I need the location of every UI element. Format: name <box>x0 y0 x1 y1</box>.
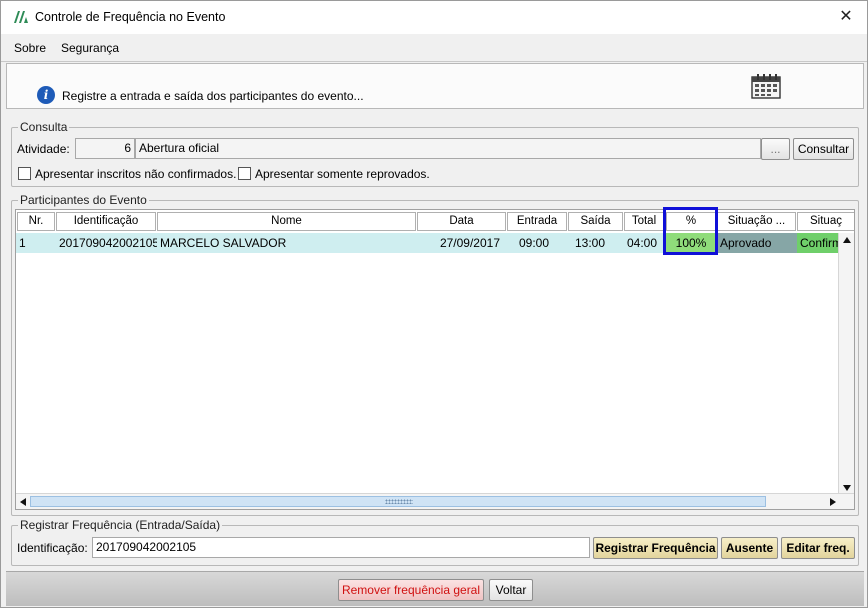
close-icon[interactable]: ✕ <box>833 6 859 28</box>
col-header-total[interactable]: Total <box>624 212 664 231</box>
header-message: Registre a entrada e saída dos participa… <box>62 89 364 103</box>
horizontal-scrollbar[interactable] <box>16 493 854 509</box>
window-title: Controle de Frequência no Evento <box>35 10 226 24</box>
ident-label: Identificação: <box>17 541 88 555</box>
col-header-identificacao[interactable]: Identificação <box>56 212 156 231</box>
voltar-button[interactable]: Voltar <box>489 579 533 601</box>
cell-identificacao: 201709042002105 <box>59 236 157 250</box>
info-icon: i <box>37 86 55 104</box>
cell-situacao: Aprovado <box>717 233 797 253</box>
cell-saida: 13:00 <box>574 236 605 250</box>
chk-reprovados[interactable] <box>238 167 251 180</box>
chk-nao-confirmados-label: Apresentar inscritos não confirmados. <box>35 167 237 181</box>
consulta-legend: Consulta <box>18 120 70 134</box>
remover-frequencia-geral-button[interactable]: Remover frequência geral <box>338 579 484 601</box>
app-logo-icon <box>14 11 28 23</box>
cell-nome: MARCELO SALVADOR <box>160 236 287 250</box>
cell-nr: 1 <box>19 236 26 250</box>
cell-total: 04:00 <box>627 236 657 250</box>
footer-bar: Remover frequência geral Voltar <box>6 571 864 606</box>
scroll-up-arrow-icon[interactable] <box>842 236 852 244</box>
atividade-code-field[interactable]: 6 <box>75 138 135 159</box>
cell-situacao2: Confirm <box>797 233 840 253</box>
menu-item-sobre[interactable]: Sobre <box>14 41 46 55</box>
identificacao-input[interactable]: 201709042002105 <box>92 537 590 558</box>
atividade-label: Atividade: <box>17 142 70 156</box>
col-header-entrada[interactable]: Entrada <box>507 212 567 231</box>
pct-column-highlight <box>663 207 718 255</box>
vertical-scrollbar[interactable] <box>838 233 854 495</box>
cell-data: 27/09/2017 <box>439 236 500 250</box>
info-header: i Registre a entrada e saída dos partici… <box>6 63 864 109</box>
registrar-frequencia-button[interactable]: Registrar Frequência <box>593 537 718 559</box>
col-header-situacao[interactable]: Situação ... <box>717 212 796 231</box>
col-header-saida[interactable]: Saída <box>568 212 623 231</box>
registrar-legend: Registrar Frequência (Entrada/Saída) <box>18 518 223 532</box>
scroll-down-arrow-icon[interactable] <box>842 484 852 492</box>
browse-atividade-button[interactable]: ... <box>761 138 790 160</box>
horizontal-scroll-thumb[interactable] <box>30 496 766 507</box>
menu-item-seguranca[interactable]: Segurança <box>61 41 119 55</box>
col-header-nome[interactable]: Nome <box>157 212 416 231</box>
col-header-data[interactable]: Data <box>417 212 506 231</box>
col-header-nr[interactable]: Nr. <box>17 212 55 231</box>
cell-entrada: 09:00 <box>518 236 549 250</box>
participantes-legend: Participantes do Evento <box>18 193 149 207</box>
participants-grid[interactable]: Nr. Identificação Nome Data Entrada Saíd… <box>15 209 855 510</box>
scroll-right-arrow-icon[interactable] <box>829 497 837 507</box>
title-bar: Controle de Frequência no Evento ✕ <box>1 1 867 34</box>
atividade-name-field[interactable]: Abertura oficial <box>135 138 761 159</box>
chk-nao-confirmados[interactable] <box>18 167 31 180</box>
editar-freq-button[interactable]: Editar freq. <box>781 537 855 559</box>
calendar-icon <box>751 74 781 99</box>
col-header-situacao2[interactable]: Situaç <box>797 212 854 231</box>
scroll-left-arrow-icon[interactable] <box>19 497 27 507</box>
consultar-button[interactable]: Consultar <box>793 138 854 160</box>
chk-reprovados-label: Apresentar somente reprovados. <box>255 167 430 181</box>
main-window: Controle de Frequência no Evento ✕ Sobre… <box>0 0 868 608</box>
ausente-button[interactable]: Ausente <box>721 537 778 559</box>
scroll-grip-icon <box>385 499 413 504</box>
menu-bar: Sobre Segurança <box>1 34 867 62</box>
